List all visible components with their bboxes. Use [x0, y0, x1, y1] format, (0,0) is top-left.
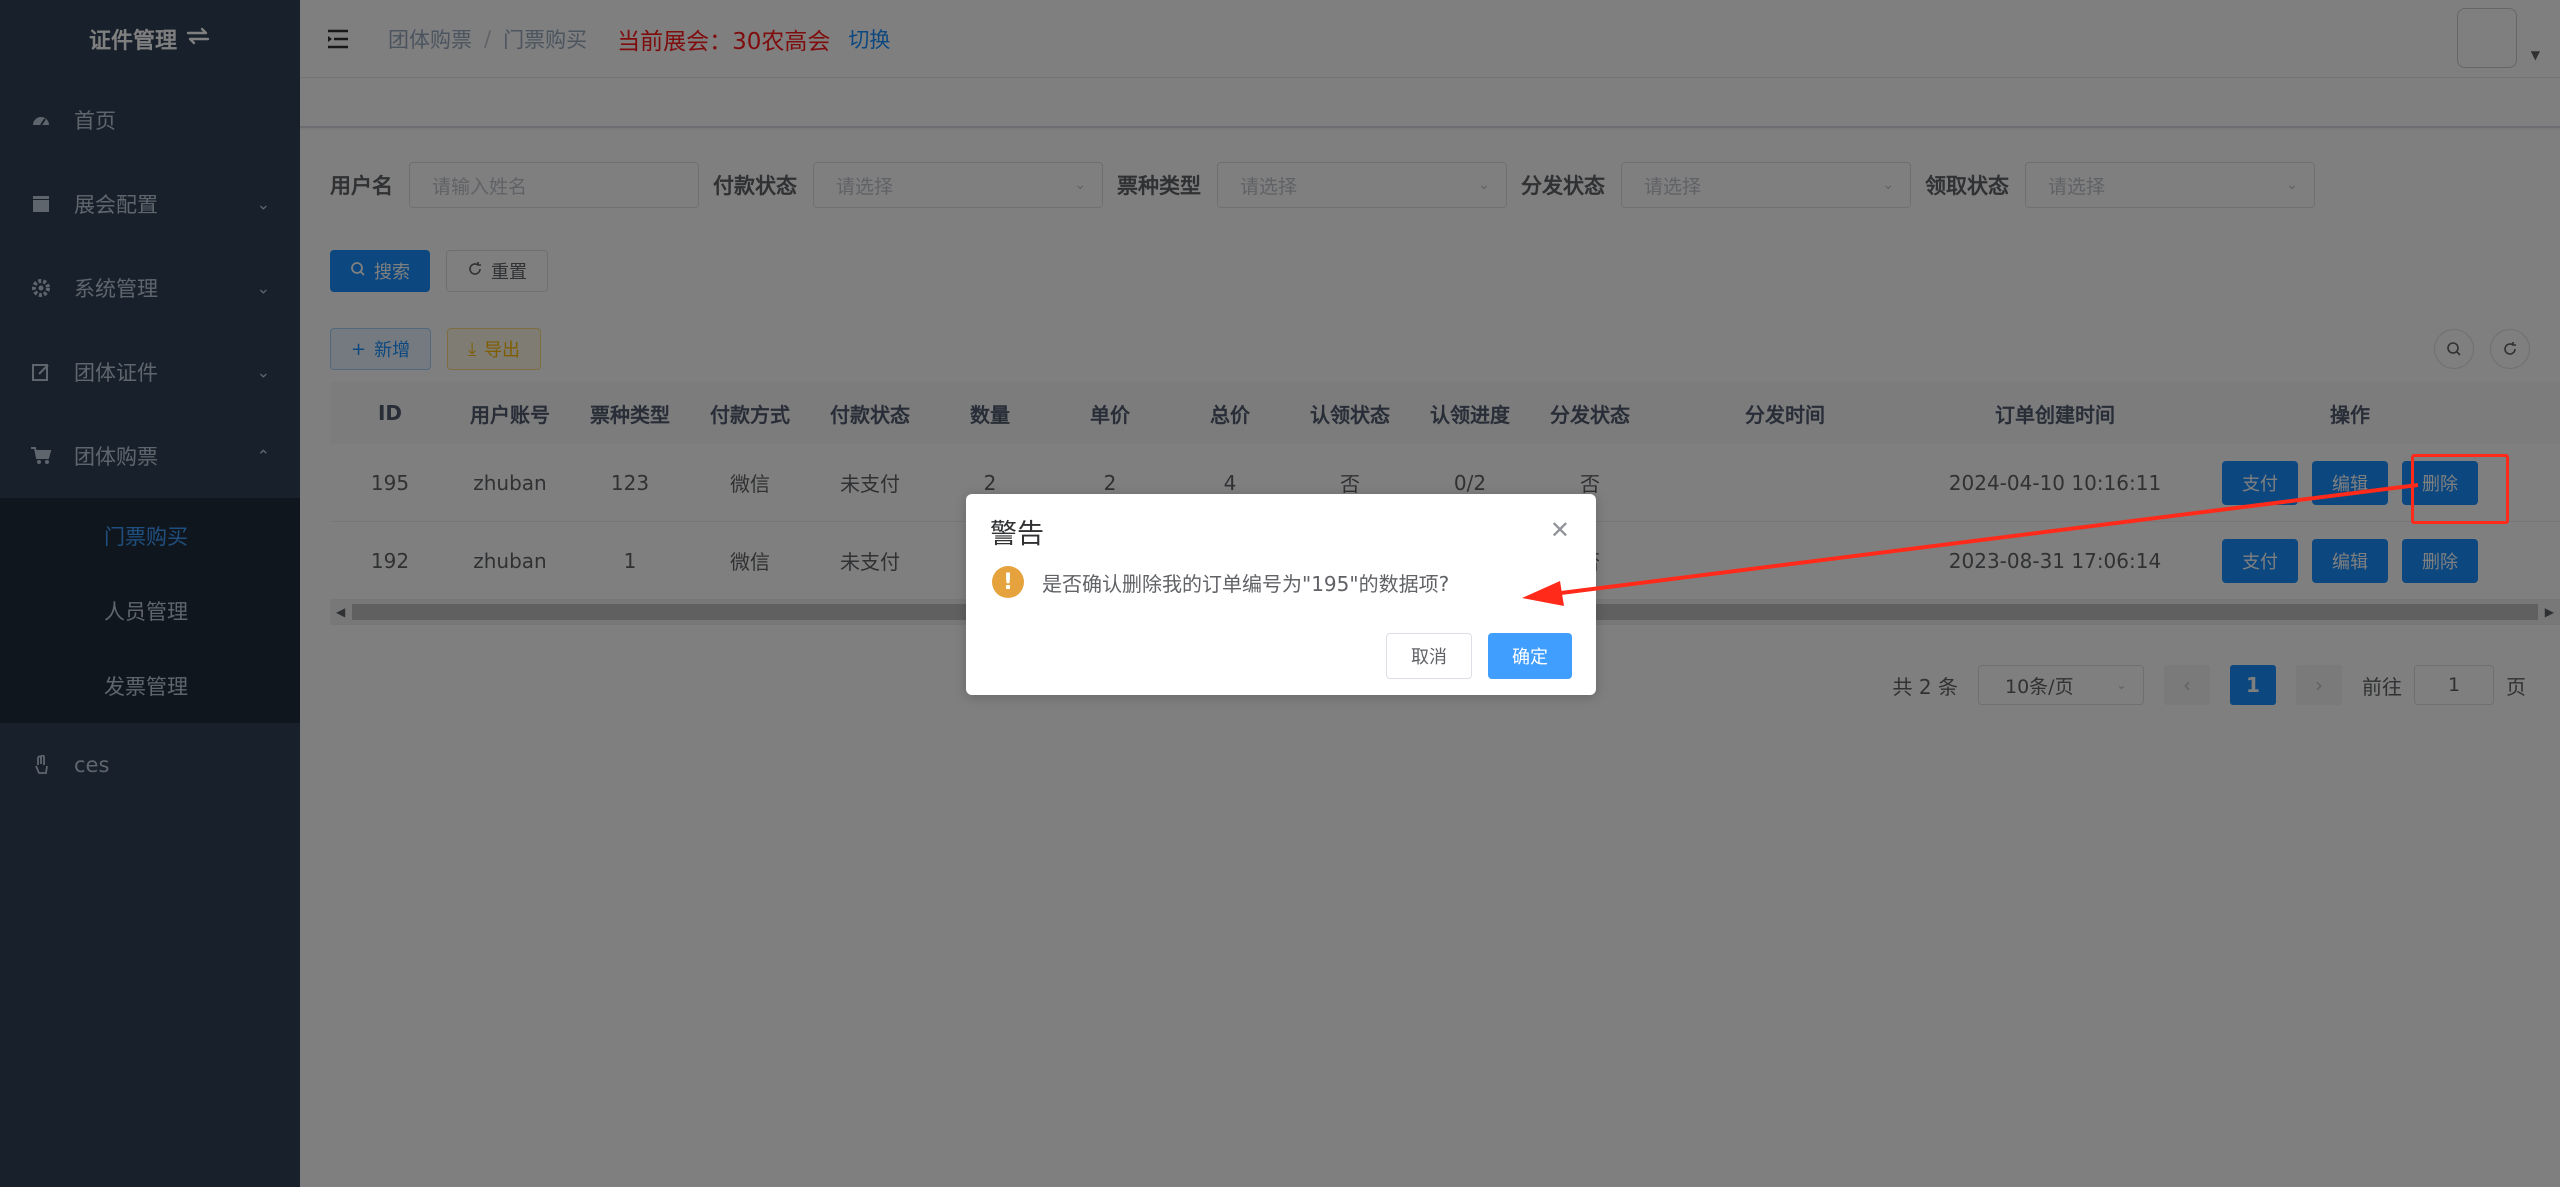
annotation-arrow	[1522, 483, 2419, 606]
